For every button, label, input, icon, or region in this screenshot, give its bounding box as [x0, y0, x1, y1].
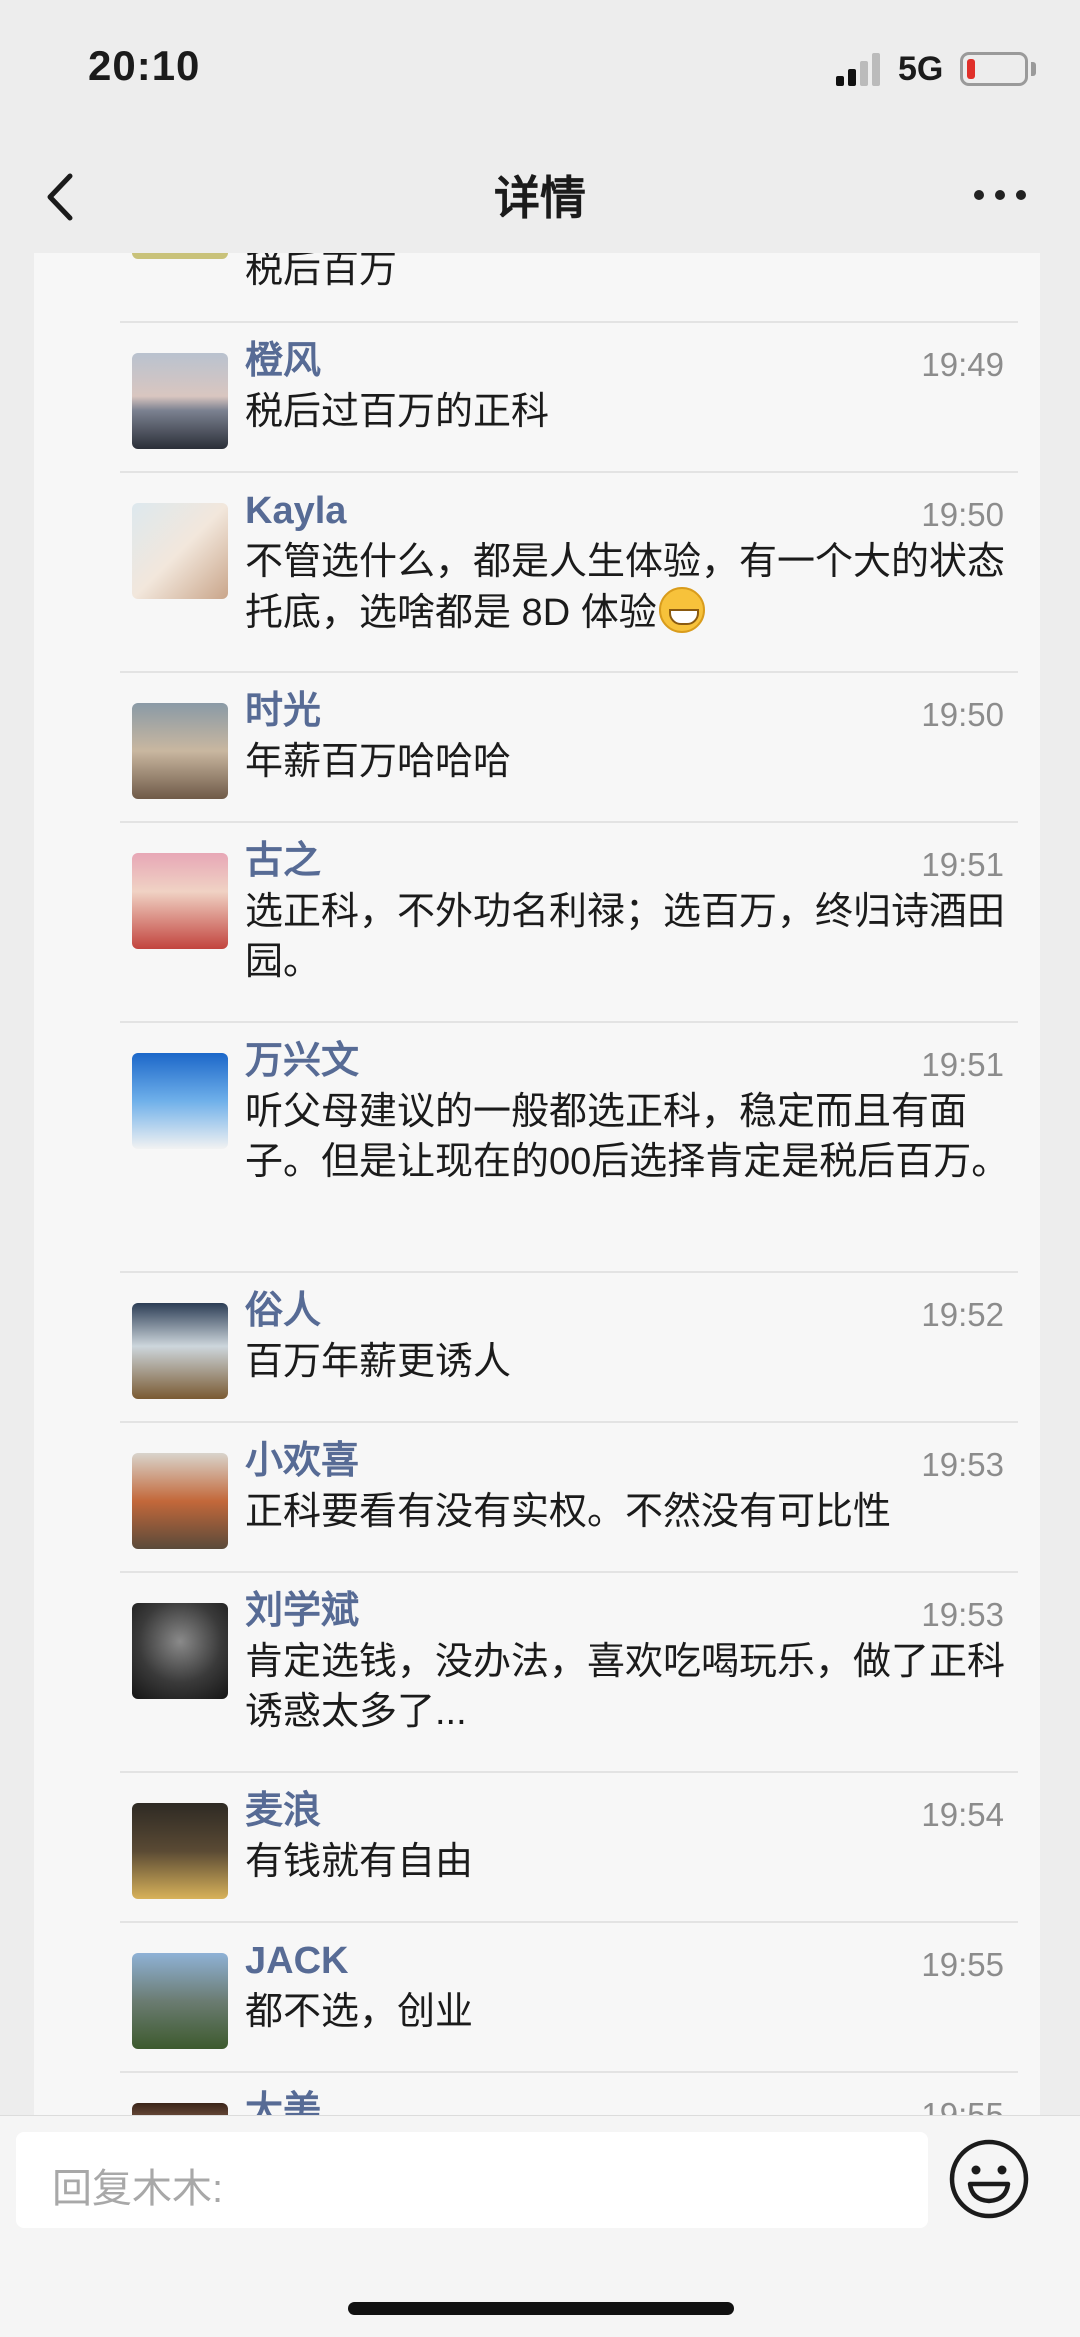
more-dot — [995, 190, 1005, 200]
avatar[interactable] — [132, 1453, 228, 1549]
avatar[interactable] — [132, 253, 228, 259]
comment-text: 肯定选钱，没办法，喜欢吃喝玩乐，做了正科诱惑太多了... — [245, 1637, 1035, 1737]
comment-feed[interactable]: 税后百万橙风 19:49 税后过百万的正科 Kayla 19:50 不管选什么，都是人生体… — [34, 253, 1040, 2115]
nav-bar: 详情 — [0, 140, 1080, 253]
comment-text-body: 税后百万 — [245, 253, 398, 291]
comment-time: 19:54 — [921, 1796, 1004, 1833]
avatar[interactable] — [132, 503, 228, 599]
more-dot — [1016, 190, 1026, 200]
avatar[interactable] — [132, 853, 228, 949]
comment-text-body: 都不选，创业 — [245, 1991, 474, 2033]
comment-text: 年薪百万哈哈哈 — [245, 737, 1035, 787]
smile-icon — [949, 2139, 1029, 2219]
comment-time: 19:55 — [921, 1946, 1004, 1983]
comment-time: 19:53 — [921, 1446, 1004, 1483]
comment-text-body: 正科要看有没有实权。不然没有可比性 — [245, 1491, 892, 1533]
commenter-name[interactable]: 时光 — [245, 689, 321, 733]
comment-item[interactable]: 俗人 19:52 百万年薪更诱人 — [34, 1273, 1040, 1423]
commenter-name[interactable]: 大美 — [245, 2089, 321, 2115]
more-options-button[interactable] — [970, 178, 1030, 218]
grinning-emoji-icon — [658, 587, 705, 633]
status-time: 20:10 — [88, 42, 201, 89]
comment-text-body: 年薪百万哈哈哈 — [245, 741, 512, 783]
comment-time: 19:53 — [921, 1596, 1004, 1633]
comment-item[interactable]: 万兴文 19:51 听父母建议的一般都选正科，稳定而且有面子。但是让现在的00后选择… — [34, 1023, 1040, 1273]
comment-time: 19:49 — [921, 346, 1004, 383]
comment-item[interactable]: 大美19:55第一个 — [34, 2073, 1040, 2115]
comment-text: 百万年薪更诱人 — [245, 1337, 1035, 1387]
avatar[interactable] — [132, 1603, 228, 1699]
status-bar: 20:10 5G — [0, 0, 1080, 140]
comment-time: 19:51 — [921, 1046, 1004, 1083]
comment-item[interactable]: 古之 19:51 选正科，不外功名利禄；选百万，终归诗酒田园。 — [34, 823, 1040, 1023]
comment-item[interactable]: 刘学斌 19:53 肯定选钱，没办法，喜欢吃喝玩乐，做了正科诱惑太多了... — [34, 1573, 1040, 1773]
avatar[interactable] — [132, 1303, 228, 1399]
comment-text-body: 听父母建议的一般都选正科，稳定而且有面子。但是让现在的00后选择肯定是税后百万。 — [245, 1091, 1010, 1183]
comment-text-body: 不管选什么，都是人生体验，有一个大的状态托底，选啥都是 8D 体验 — [245, 541, 1006, 634]
comment-item[interactable]: JACK 19:55 都不选，创业 — [34, 1923, 1040, 2073]
reply-placeholder: 回复木木: — [52, 2167, 224, 2211]
comment-text: 正科要看有没有实权。不然没有可比性 — [245, 1487, 1035, 1537]
comment-text: 不管选什么，都是人生体验，有一个大的状态托底，选啥都是 8D 体验 — [245, 537, 1035, 638]
comment-text-body: 肯定选钱，没办法，喜欢吃喝玩乐，做了正科诱惑太多了... — [245, 1641, 1006, 1733]
comment-text: 都不选，创业 — [245, 1987, 1035, 2037]
comment-list: 税后百万橙风 19:49 税后过百万的正科 Kayla 19:50 不管选什么，都是人生体… — [34, 253, 1040, 2115]
comment-time: 19:50 — [921, 696, 1004, 733]
page-title: 详情 — [494, 172, 586, 224]
commenter-name[interactable]: 橙风 — [245, 339, 321, 383]
comment-item[interactable]: Kayla 19:50 不管选什么，都是人生体验，有一个大的状态托底，选啥都是 8D… — [34, 473, 1040, 673]
commenter-name[interactable]: 俗人 — [245, 1289, 321, 1333]
comment-time: 19:52 — [921, 1296, 1004, 1333]
commenter-name[interactable]: JACK — [245, 1939, 348, 1983]
network-type: 5G — [898, 50, 944, 88]
commenter-name[interactable]: 小欢喜 — [245, 1439, 359, 1483]
battery-cap — [1031, 62, 1036, 76]
avatar[interactable] — [132, 353, 228, 449]
comment-text-body: 百万年薪更诱人 — [245, 1341, 512, 1383]
commenter-name[interactable]: 麦浪 — [245, 1789, 321, 1833]
comment-item[interactable]: 橙风 19:49 税后过百万的正科 — [34, 323, 1040, 473]
comment-text: 选正科，不外功名利禄；选百万，终归诗酒田园。 — [245, 887, 1035, 987]
comment-item[interactable]: 麦浪 19:54 有钱就有自由 — [34, 1773, 1040, 1923]
comment-text: 税后百万 — [245, 253, 1035, 295]
comment-text: 听父母建议的一般都选正科，稳定而且有面子。但是让现在的00后选择肯定是税后百万。 — [245, 1087, 1035, 1187]
commenter-name[interactable]: Kayla — [245, 489, 346, 533]
comment-time: 19:51 — [921, 846, 1004, 883]
comment-text: 税后过百万的正科 — [245, 387, 1035, 437]
more-dot — [974, 190, 984, 200]
avatar[interactable] — [132, 703, 228, 799]
comment-item[interactable]: 税后百万 — [34, 253, 1040, 323]
signal-strength-icon — [836, 52, 882, 86]
home-indicator — [348, 2302, 734, 2315]
commenter-name[interactable]: 刘学斌 — [245, 1589, 359, 1633]
avatar[interactable] — [132, 1053, 228, 1149]
commenter-name[interactable]: 古之 — [245, 839, 321, 883]
emoji-button[interactable] — [948, 2138, 1030, 2220]
comment-item[interactable]: 时光 19:50 年薪百万哈哈哈 — [34, 673, 1040, 823]
reply-bar: 回复木木: — [0, 2115, 1080, 2337]
commenter-name[interactable]: 万兴文 — [245, 1039, 359, 1083]
comment-text-body: 有钱就有自由 — [245, 1841, 474, 1883]
comment-text: 有钱就有自由 — [245, 1837, 1035, 1887]
battery-icon — [960, 52, 1028, 86]
comment-text-body: 选正科，不外功名利禄；选百万，终归诗酒田园。 — [245, 891, 1006, 983]
comment-item[interactable]: 小欢喜 19:53 正科要看有没有实权。不然没有可比性 — [34, 1423, 1040, 1573]
reply-input[interactable]: 回复木木: — [16, 2132, 928, 2228]
avatar[interactable] — [132, 2103, 228, 2115]
comment-time: 19:55 — [921, 2096, 1004, 2115]
comment-text-body: 税后过百万的正科 — [245, 391, 550, 433]
avatar[interactable] — [132, 1803, 228, 1899]
comment-time: 19:50 — [921, 496, 1004, 533]
avatar[interactable] — [132, 1953, 228, 2049]
